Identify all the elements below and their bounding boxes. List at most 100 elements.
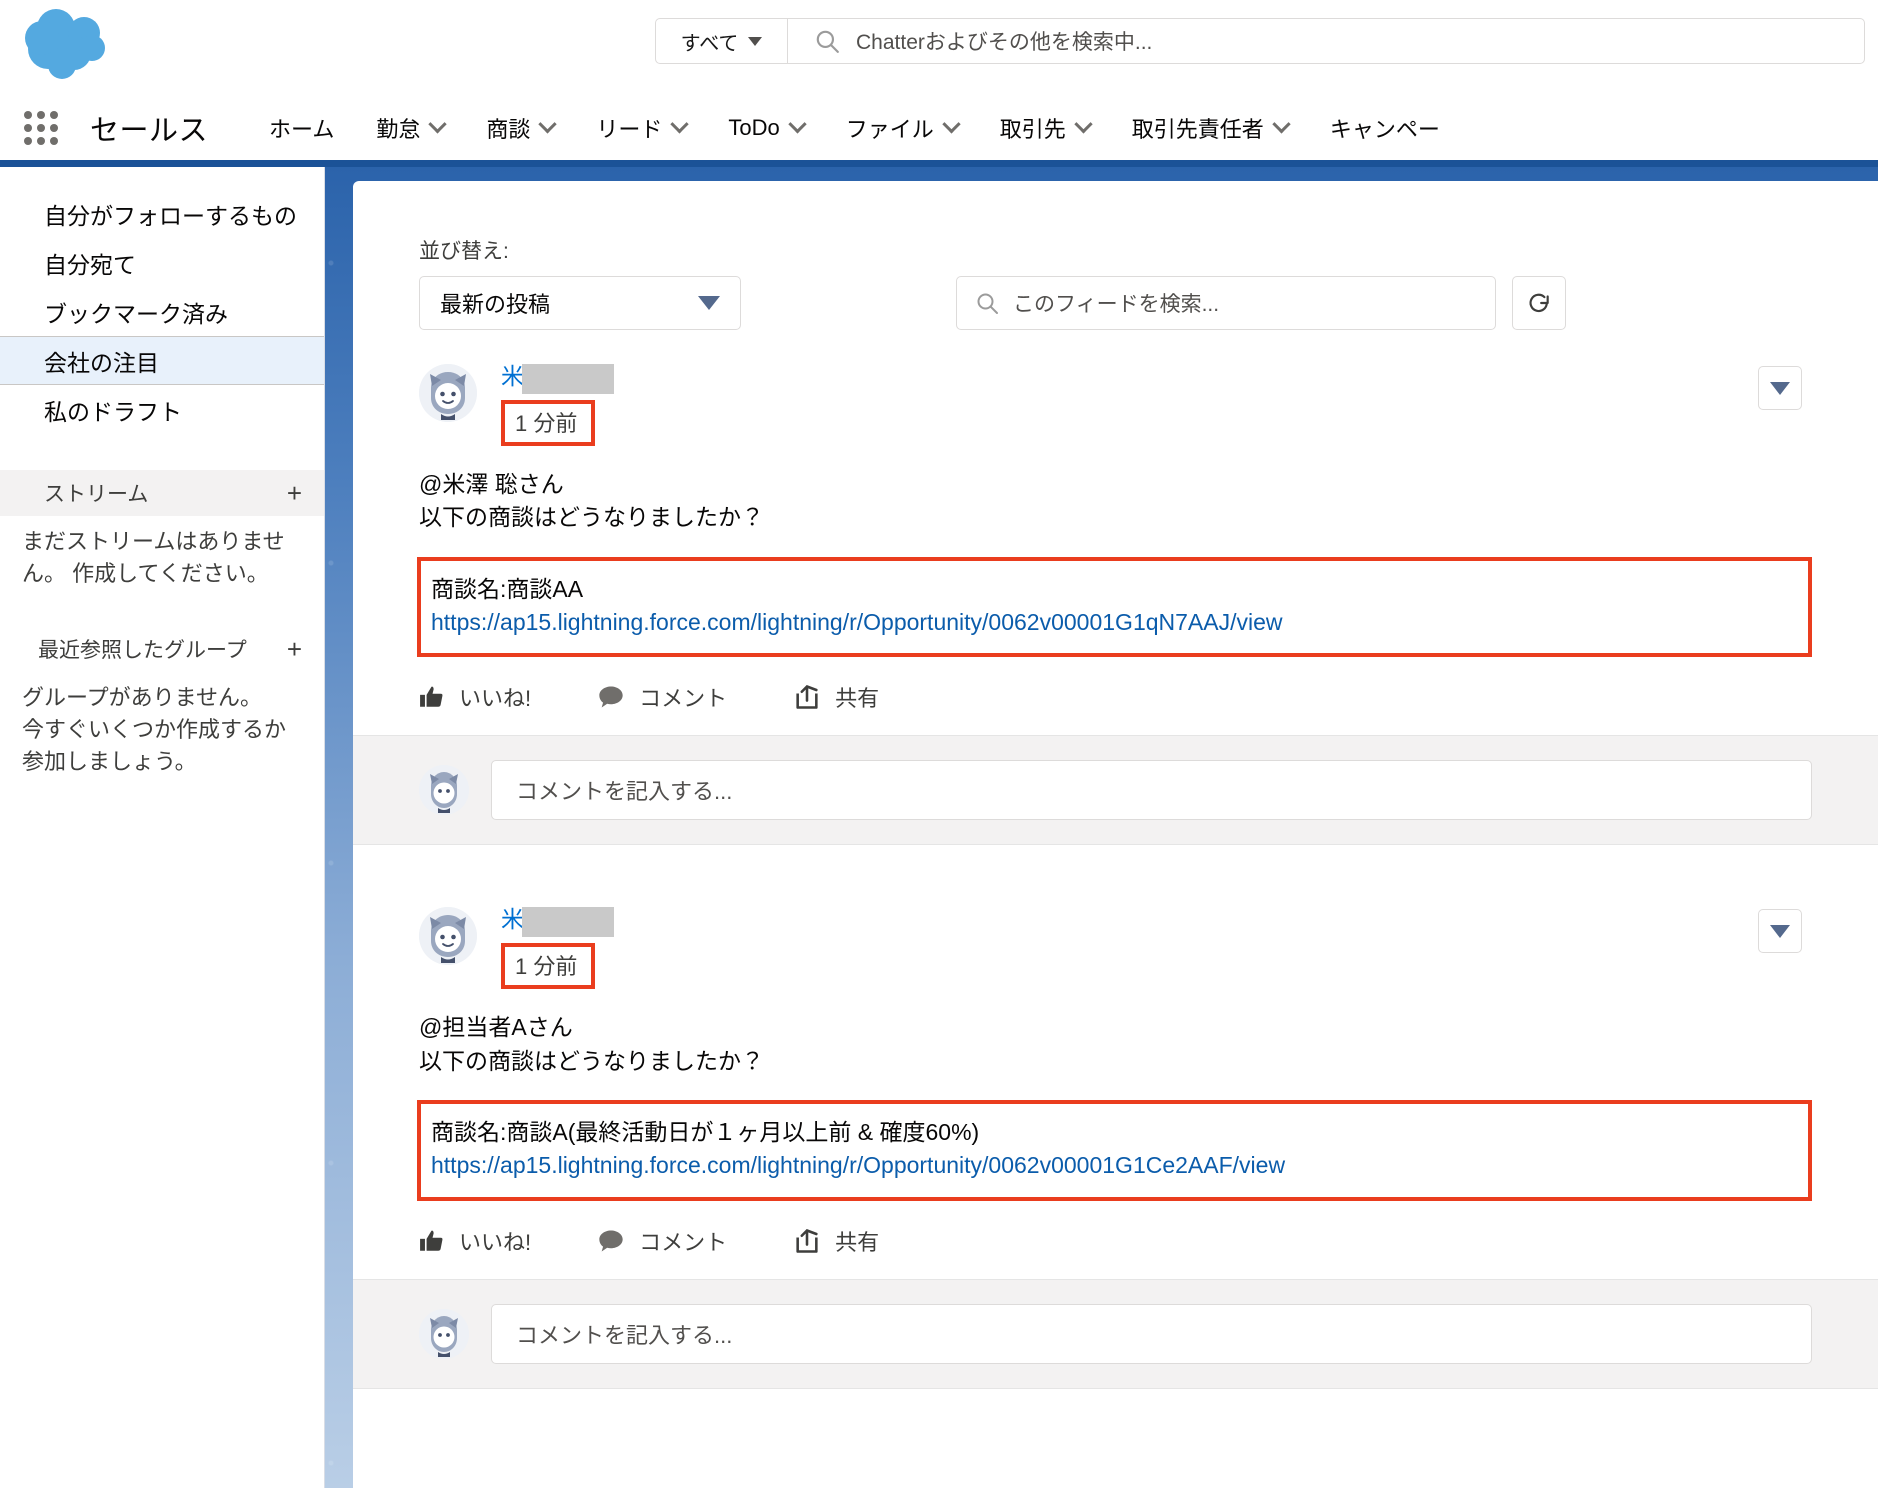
search-input[interactable]: Chatterおよびその他を検索中... [788,19,1864,63]
caret-down-icon [698,296,720,310]
post-text: 以下の商談はどうなりましたか？ [419,504,764,531]
avatar [419,765,469,816]
comment-placeholder: コメントを記入する... [516,779,733,805]
search-icon [977,293,998,314]
comment-button[interactable]: コメント [597,681,727,713]
post-menu-button[interactable] [1758,909,1802,954]
chatter-feed-panel: 並び替え: 最新の投稿 このフィードを検索... 米 1 分前 @米澤 聡さん … [353,181,1878,1488]
search-icon [816,30,839,53]
sidebar-item-my-drafts[interactable]: 私のドラフト [0,385,324,434]
sort-select[interactable]: 最新の投稿 [419,276,741,330]
nav-item-accounts[interactable]: 取引先 [979,96,1111,160]
nav-accent-rule [0,160,1878,167]
like-button[interactable]: いいね! [419,1225,531,1257]
opportunity-link[interactable]: https://ap15.lightning.force.com/lightni… [431,1148,1808,1183]
nav-item-label: ファイル [845,117,934,142]
nav-item-label: キャンペー [1329,117,1440,142]
sidebar-item-label: 会社の注目 [44,349,159,376]
content-region: 並び替え: 最新の投稿 このフィードを検索... 米 1 分前 @米澤 聡さん … [325,167,1878,1488]
post-meta: 米 1 分前 [501,907,614,990]
nav-item-opportunities[interactable]: 商談 [465,96,575,160]
global-search[interactable]: すべて Chatterおよびその他を検索中... [655,18,1865,64]
comment-composer: コメントを記入する... [353,735,1878,846]
nav-item-home[interactable]: ホーム [248,96,355,160]
comment-label: コメント [639,686,728,712]
app-name: セールス [90,115,209,147]
nav-item-campaigns[interactable]: キャンペー [1309,96,1461,160]
feed-search-placeholder: このフィードを検索... [1013,293,1220,316]
like-label: いいね! [459,686,532,712]
sidebar-item-to-me[interactable]: 自分宛て [0,238,324,287]
post-text: 以下の商談はどうなりましたか？ [419,1047,764,1074]
search-placeholder: Chatterおよびその他を検索中... [856,31,1153,54]
refresh-button[interactable] [1512,276,1566,330]
comment-label: コメント [639,1229,728,1255]
opportunity-highlight-box: 商談名:商談A(最終活動日が１ヶ月以上前 & 確度60%) https://ap… [417,1100,1812,1201]
opportunity-highlight-box: 商談名:商談AA https://ap15.lightning.force.co… [417,556,1812,658]
share-icon [796,1228,818,1253]
opportunity-link[interactable]: https://ap15.lightning.force.com/lightni… [431,605,1808,640]
like-button[interactable]: いいね! [419,681,531,713]
feed-search-input[interactable]: このフィードを検索... [956,276,1496,330]
chevron-down-icon [538,114,558,133]
feed-sidebar: 自分がフォローするもの 自分宛て ブックマーク済み 会社の注目 私のドラフト ス… [0,167,325,1488]
sidebar-item-label: 私のドラフト [44,398,182,425]
nav-item-files[interactable]: ファイル [825,96,979,160]
nav-item-todo[interactable]: ToDo [707,96,824,160]
post-author-name[interactable]: 米 [501,363,524,389]
refresh-icon [1529,293,1549,313]
post-author-name[interactable]: 米 [501,907,524,933]
avatar [419,1308,469,1359]
comment-input[interactable]: コメントを記入する... [491,760,1812,821]
chevron-down-icon [1074,114,1093,133]
share-button[interactable]: 共有 [793,681,879,713]
share-label: 共有 [835,1229,880,1255]
post-timestamp: 1 分前 [501,943,596,990]
sidebar-groups-empty-text: グループがありません。 今すぐいくつか作成するか参加しましょう。 [22,684,287,774]
sidebar-item-bookmarked[interactable]: ブックマーク済み [0,287,324,336]
comment-button[interactable]: コメント [597,1225,727,1257]
caret-down-icon [1770,924,1790,938]
feed-post: 米 1 分前 @担当者Aさん 以下の商談はどうなりましたか？ 商談名:商談A(最… [353,873,1878,1389]
share-button[interactable]: 共有 [793,1225,879,1257]
thumbs-up-icon [420,687,443,708]
plus-icon[interactable]: + [287,636,302,662]
post-author[interactable]: 米 [501,363,614,394]
comment-placeholder: コメントを記入する... [516,1322,733,1348]
nav-item-leads[interactable]: リード [575,96,707,160]
chevron-down-icon [788,114,807,133]
app-launcher-icon[interactable] [24,110,68,146]
speech-bubble-icon [599,686,623,708]
search-scope-selector[interactable]: すべて [656,19,788,63]
sidebar-item-label: 自分宛て [44,251,136,278]
nav-item-contacts[interactable]: 取引先責任者 [1111,96,1309,160]
caret-down-icon [748,36,763,46]
post-header: 米 1 分前 [353,330,1878,446]
avatar[interactable] [419,364,477,422]
sidebar-item-following[interactable]: 自分がフォローするもの [0,189,324,238]
nav-item-label: 勤怠 [376,117,421,142]
search-scope-label: すべて [680,32,739,55]
feed-toolbar: 並び替え: 最新の投稿 このフィードを検索... [353,181,1878,330]
avatar[interactable] [419,907,477,966]
post-divider [353,845,1878,874]
post-mention: @米澤 聡さん [419,471,564,497]
nav-item-attendance[interactable]: 勤怠 [355,96,465,160]
comment-input[interactable]: コメントを記入する... [491,1303,1812,1364]
post-meta: 米 1 分前 [501,363,614,446]
global-header: すべて Chatterおよびその他を検索中... [0,0,1878,96]
plus-icon[interactable]: + [287,480,302,506]
post-body: @米澤 聡さん 以下の商談はどうなりましたか？ [353,446,1878,535]
sidebar-section-groups: 最近参照したグループ + [0,625,324,672]
salesforce-cloud-logo[interactable] [22,8,126,82]
post-actions: いいね! コメント 共有 [353,657,1878,735]
chevron-down-icon [670,114,690,133]
sidebar-section-title: ストリーム [44,483,149,506]
sort-select-value: 最新の投稿 [440,292,551,317]
caret-down-icon [1770,381,1790,395]
sidebar-item-company-highlights[interactable]: 会社の注目 [0,336,324,385]
post-author[interactable]: 米 [501,907,614,938]
post-menu-button[interactable] [1758,366,1802,410]
post-timestamp: 1 分前 [501,400,596,446]
chevron-down-icon [428,114,448,133]
